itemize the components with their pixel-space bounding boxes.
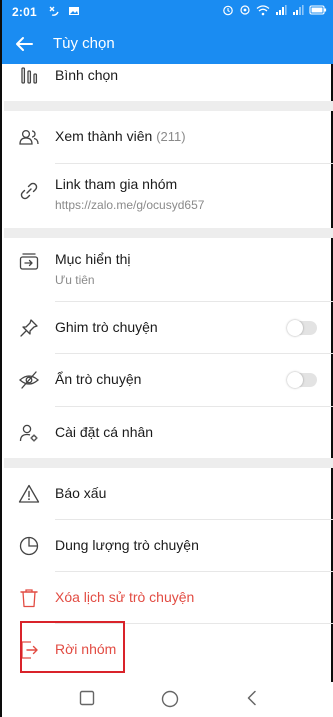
option-members[interactable]: Xem thành viên (211) [4, 111, 333, 164]
signal-icon [293, 5, 304, 15]
option-pin-chat-label: Ghim trò chuyện [55, 319, 158, 335]
option-personal-settings-label: Cài đặt cá nhân [55, 424, 154, 440]
pin-icon [20, 319, 38, 337]
link-icon [20, 182, 38, 200]
option-storage-label: Dung lượng trò chuyện [55, 537, 199, 553]
back-arrow-icon[interactable] [12, 32, 36, 56]
trash-icon [20, 589, 38, 608]
app-bar: Tùy chọn [2, 24, 333, 64]
option-personal-settings[interactable]: Cài đặt cá nhân [4, 407, 333, 458]
options-list: Bình chọn Xem thành viên (211) Link tham… [4, 64, 333, 676]
option-report[interactable]: Báo xấu [4, 468, 333, 520]
home-icon[interactable] [161, 690, 179, 708]
signal-icon [276, 5, 287, 15]
alarm-icon [223, 5, 233, 16]
toggle-knob [287, 320, 303, 336]
sync-icon [240, 5, 250, 15]
pie-chart-icon [19, 536, 39, 556]
section-divider [4, 101, 333, 111]
option-group-link[interactable]: Link tham gia nhóm https://zalo.me/g/ocu… [4, 164, 333, 228]
option-display-folder-label: Mục hiển thị [55, 251, 131, 267]
highlight-box [20, 621, 125, 673]
option-hide-chat[interactable]: Ẩn trò chuyện [4, 354, 333, 407]
navigation-bar [2, 682, 333, 717]
warning-icon [18, 484, 40, 503]
option-poll[interactable]: Bình chọn [4, 64, 333, 101]
pin-chat-toggle[interactable] [287, 320, 317, 336]
screen-frame: 2:01 Tùy chọn Bình chọn Xem thành viên (… [0, 0, 333, 717]
poll-icon [21, 67, 38, 84]
folder-move-icon [19, 253, 39, 270]
page-title: Tùy chọn [53, 35, 115, 52]
option-report-label: Báo xấu [55, 485, 107, 501]
option-hide-chat-label: Ẩn trò chuyện [55, 371, 142, 387]
option-display-folder[interactable]: Mục hiển thị Ưu tiên [4, 238, 333, 302]
option-members-label: Xem thành viên [55, 128, 153, 144]
option-storage[interactable]: Dung lượng trò chuyện [4, 520, 333, 572]
hide-chat-toggle[interactable] [287, 372, 317, 388]
group-link-url[interactable]: https://zalo.me/g/ocusyd657 [55, 198, 204, 212]
status-bar: 2:01 [2, 0, 333, 24]
missed-call-icon [49, 6, 59, 16]
option-clear-history[interactable]: Xóa lịch sử trò chuyện [4, 572, 333, 624]
member-count: (211) [156, 129, 186, 144]
eye-off-icon [19, 371, 39, 389]
option-group-link-label: Link tham gia nhóm [55, 176, 178, 192]
option-pin-chat[interactable]: Ghim trò chuyện [4, 302, 333, 354]
recent-apps-icon[interactable] [79, 690, 95, 706]
display-folder-value: Ưu tiên [55, 273, 95, 287]
section-divider [4, 228, 333, 238]
option-poll-label: Bình chọn [55, 67, 119, 83]
user-settings-icon [19, 424, 38, 442]
toggle-knob [287, 372, 303, 388]
wifi-icon [256, 5, 270, 16]
option-clear-history-label: Xóa lịch sử trò chuyện [55, 589, 195, 605]
image-notification-icon [69, 7, 79, 15]
back-icon[interactable] [245, 690, 259, 706]
members-icon [19, 129, 39, 145]
status-time: 2:01 [12, 5, 37, 19]
section-divider [4, 458, 333, 468]
battery-icon [309, 5, 327, 15]
